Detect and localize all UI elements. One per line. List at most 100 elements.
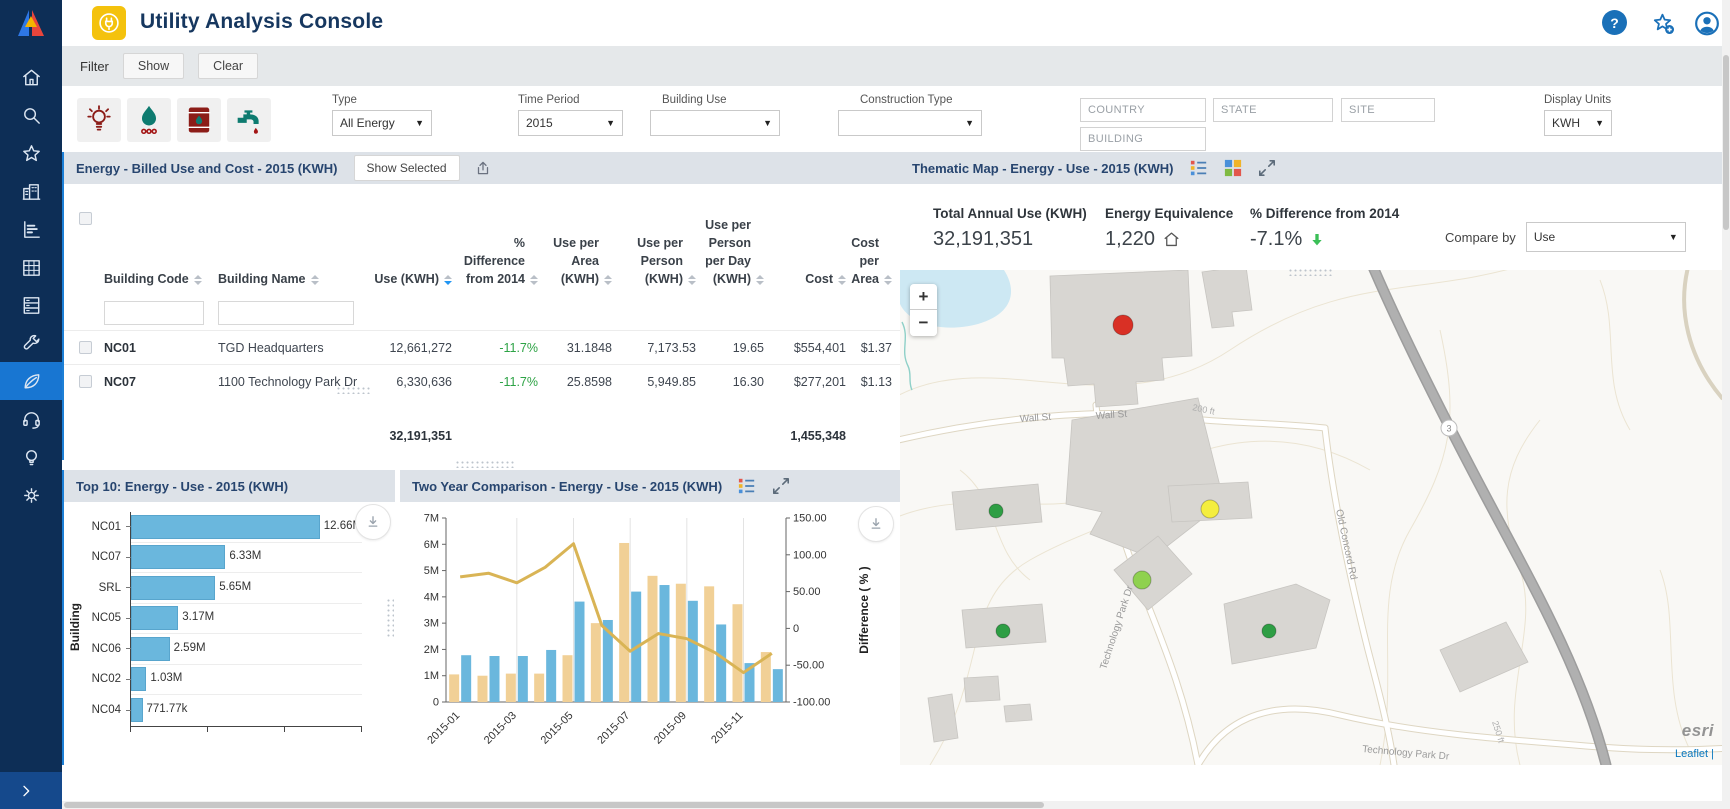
panel-drag-handle[interactable] (336, 386, 370, 394)
sidebar-item-insights[interactable] (0, 438, 62, 476)
column-header-diff[interactable]: % Difference from 2014 (460, 234, 546, 296)
map-building-dot[interactable] (1113, 315, 1133, 335)
column-header-cost-per-area[interactable]: Cost per Area (854, 234, 900, 296)
sidebar-item-buildings[interactable] (0, 172, 62, 210)
map-building-dot[interactable] (1133, 571, 1151, 589)
panel-drag-handle[interactable] (455, 460, 515, 468)
compare-by-select[interactable]: Use▼ (1526, 222, 1686, 252)
horizontal-scrollbar-thumb[interactable] (64, 802, 1044, 808)
column-header-cost[interactable]: Cost (772, 270, 854, 296)
help-icon[interactable]: ? (1602, 10, 1627, 35)
time-period-select[interactable]: 2015▼ (518, 110, 623, 136)
column-header-use-per-person[interactable]: Use per Person (KWH) (620, 234, 704, 296)
column-header-building-name[interactable]: Building Name (218, 270, 368, 296)
map-building-dot[interactable] (989, 504, 1003, 518)
sort-icon[interactable] (688, 275, 696, 285)
country-input[interactable] (1080, 98, 1206, 122)
two-year-combo-chart[interactable]: 01M2M3M4M5M6M7M-100.00-50.00050.00100.00… (400, 502, 900, 765)
panel-drag-handle[interactable] (1288, 268, 1332, 276)
top10-bar-row[interactable]: SRL5.65M (131, 573, 362, 604)
clear-button[interactable]: Clear (198, 53, 258, 79)
sidebar-item-assets[interactable] (0, 286, 62, 324)
basemap-grid-icon[interactable] (1224, 159, 1242, 177)
user-avatar-icon[interactable] (1694, 10, 1720, 36)
top10-bar-row[interactable]: NC021.03M (131, 665, 362, 696)
sidebar-item-search[interactable] (0, 96, 62, 134)
row-checkbox[interactable] (79, 375, 92, 388)
sidebar-expand-button[interactable] (0, 772, 62, 809)
top10-bar-row[interactable]: NC0112.66M (131, 512, 362, 543)
leaflet-attribution[interactable]: Leaflet | (1675, 748, 1714, 760)
sidebar-item-support[interactable] (0, 400, 62, 438)
table-row[interactable]: NC07 1100 Technology Park Dr 6,330,636 -… (64, 364, 900, 398)
show-selected-button[interactable]: Show Selected (354, 155, 460, 181)
favorite-add-icon[interactable] (1650, 10, 1676, 36)
gas-filter-button[interactable] (127, 98, 171, 142)
building-name-filter-input[interactable] (218, 301, 354, 325)
sidebar-item-reports[interactable] (0, 210, 62, 248)
sidebar-item-settings[interactable] (0, 476, 62, 514)
column-header-use-per-area[interactable]: Use per Area (KWH) (546, 234, 620, 296)
building-use-select[interactable]: ▼ (650, 110, 780, 136)
zoom-in-button[interactable]: + (910, 284, 937, 310)
horizontal-scrollbar[interactable] (62, 801, 1722, 809)
electricity-filter-button[interactable] (77, 98, 121, 142)
table-row[interactable]: NC01 TGD Headquarters 12,661,272 -11.7% … (64, 330, 900, 364)
sort-icon[interactable] (194, 275, 202, 285)
sort-icon[interactable] (604, 275, 612, 285)
export-icon[interactable] (474, 159, 492, 177)
column-header-use[interactable]: Use (KWH) (368, 270, 460, 296)
site-input[interactable] (1341, 98, 1435, 122)
sidebar-item-home[interactable] (0, 58, 62, 96)
zoom-out-button[interactable]: − (910, 310, 937, 336)
water-filter-button[interactable] (227, 98, 271, 142)
vertical-scrollbar[interactable] (1722, 0, 1730, 809)
row-checkbox[interactable] (79, 341, 92, 354)
bar[interactable]: 5.65M (131, 576, 215, 600)
show-button[interactable]: Show (123, 53, 184, 79)
vertical-scrollbar-thumb[interactable] (1723, 55, 1729, 230)
top10-bar-row[interactable]: NC062.59M (131, 634, 362, 665)
top10-bar-row[interactable]: NC076.33M (131, 543, 362, 574)
display-units-select[interactable]: KWH▼ (1544, 110, 1612, 136)
select-all-checkbox[interactable] (79, 212, 92, 225)
map-canvas[interactable]: 3 Wall St Wall St 200 ft Old Concord Rd … (900, 270, 1722, 765)
map-building-dot[interactable] (1262, 624, 1276, 638)
expand-icon[interactable] (1258, 159, 1276, 177)
panel-resize-handle[interactable] (386, 598, 394, 638)
sort-icon[interactable] (838, 275, 846, 285)
map-building-dot[interactable] (996, 624, 1010, 638)
sort-icon[interactable] (530, 275, 538, 285)
building-code-filter-input[interactable] (104, 301, 204, 325)
top10-bar-row[interactable]: NC04771.77k (131, 695, 362, 726)
building-input[interactable] (1080, 127, 1206, 151)
bar[interactable]: 771.77k (131, 698, 143, 722)
oil-filter-button[interactable] (177, 98, 221, 142)
sort-icon[interactable] (756, 275, 764, 285)
sidebar-item-maintenance[interactable] (0, 324, 62, 362)
sidebar-item-favorites[interactable] (0, 134, 62, 172)
sort-icon[interactable] (884, 275, 892, 285)
download-chart-button[interactable] (858, 506, 894, 542)
sort-icon[interactable] (311, 275, 319, 285)
top10-bar-row[interactable]: NC053.17M (131, 604, 362, 635)
bar[interactable]: 3.17M (131, 606, 178, 630)
bar[interactable]: 2.59M (131, 637, 170, 661)
state-input[interactable] (1213, 98, 1333, 122)
sidebar-item-sustainability[interactable] (0, 362, 62, 400)
column-header-building-code[interactable]: Building Code (104, 270, 218, 296)
type-select[interactable]: All Energy▼ (332, 110, 432, 136)
construction-type-select[interactable]: ▼ (838, 110, 982, 136)
expand-icon[interactable] (772, 477, 790, 495)
bar[interactable]: 1.03M (131, 667, 146, 691)
arcgis-logo-icon[interactable] (15, 7, 47, 39)
map-building-dot[interactable] (1201, 500, 1219, 518)
sort-desc-icon[interactable] (444, 275, 452, 285)
download-chart-button[interactable] (355, 504, 391, 540)
legend-icon[interactable] (738, 477, 756, 495)
legend-icon[interactable] (1190, 159, 1208, 177)
bar[interactable]: 6.33M (131, 545, 225, 569)
column-header-use-per-person-day[interactable]: Use per Person per Day (KWH) (704, 216, 772, 297)
sidebar-item-floorplans[interactable] (0, 248, 62, 286)
bar[interactable]: 12.66M (131, 515, 320, 539)
